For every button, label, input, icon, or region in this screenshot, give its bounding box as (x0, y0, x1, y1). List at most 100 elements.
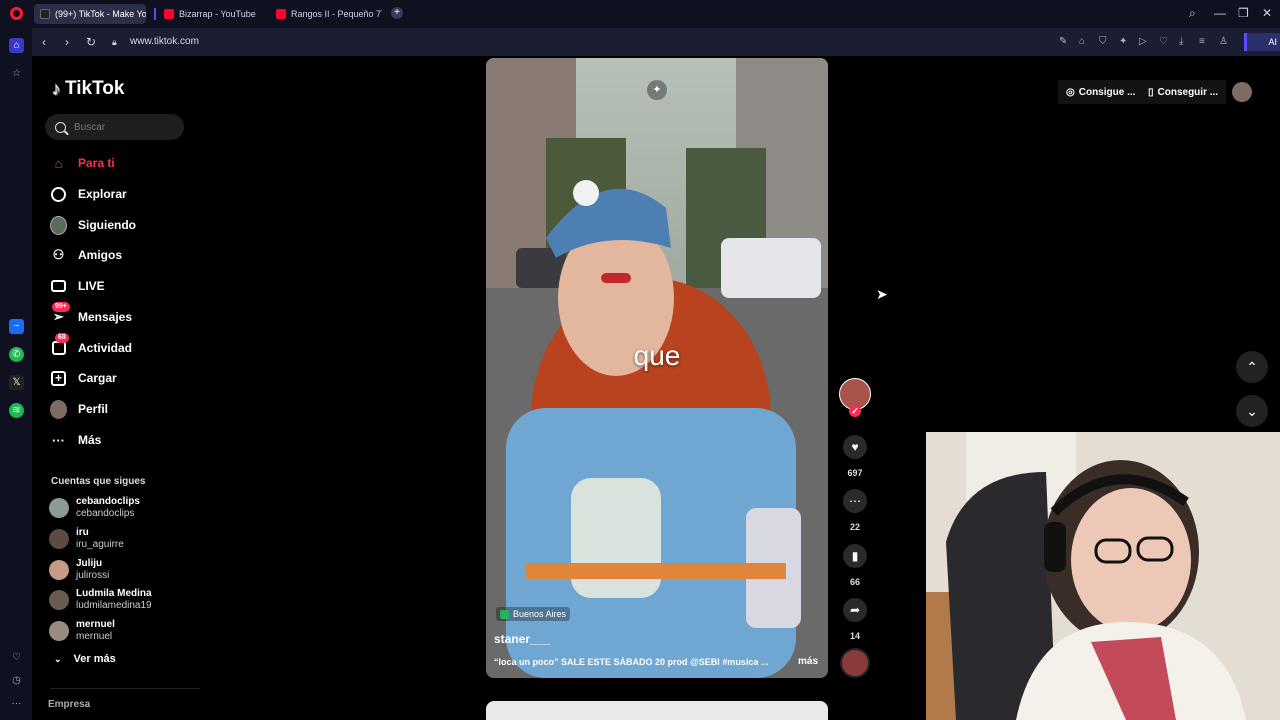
comment-bubble-icon: ⋯ (849, 494, 861, 508)
menu-label: Más (78, 433, 102, 447)
pinboard-icon[interactable]: ☆ (9, 66, 24, 81)
share-button[interactable]: ➦ (843, 598, 867, 622)
following-account[interactable]: Ludmila Medina ludmilamedina19 (49, 588, 152, 612)
more-options-icon[interactable]: ··· (9, 696, 24, 711)
menu-item-siguiendo[interactable]: Siguiendo (50, 214, 136, 236)
get-coins-button[interactable]: ◎ Consigue ... (1058, 80, 1144, 104)
following-avatar-icon (50, 215, 67, 235)
tab-tiktok[interactable]: (99+) TikTok - Make Your Day (34, 4, 146, 24)
activity-badge: 68 (55, 332, 69, 343)
profile-avatar[interactable] (1232, 82, 1252, 102)
following-account[interactable]: mernuel mernuel (49, 619, 115, 643)
menu-item-live[interactable]: LIVE (50, 275, 105, 297)
tiktok-sidebar: ♪ TikTok ⌂ Para ti Explorar Siguiendo ⚇ … (32, 56, 202, 720)
menu-item-mas[interactable]: ··· Más (50, 429, 101, 451)
menu-item-actividad[interactable]: 68 Actividad (50, 332, 132, 359)
following-account[interactable]: Juliju julirossi (49, 558, 109, 582)
video-description: “loca un poco” SALE ESTE SÁBADO 20 prod … (494, 657, 769, 667)
see-more-button[interactable]: ⌄ Ver más (54, 653, 116, 665)
reload-icon[interactable]: ↻ (86, 35, 96, 49)
like-count: 697 (847, 468, 863, 478)
following-account[interactable]: iru iru_aguirre (49, 527, 124, 551)
account-name: mernuel (76, 619, 115, 630)
opera-logo-icon[interactable] (10, 7, 23, 20)
heart-icon[interactable]: ♡ (1159, 36, 1168, 47)
edit-icon[interactable]: ✎ (1059, 36, 1067, 47)
url-field[interactable]: www.tiktok.com (130, 36, 199, 47)
back-icon[interactable]: ‹ (42, 35, 46, 49)
close-window-icon[interactable]: ✕ (1262, 6, 1272, 20)
follow-plus-icon[interactable]: ✓ (849, 405, 861, 417)
tab-youtube-bizarrap[interactable]: Bizarrap - YouTube (154, 4, 266, 24)
company-link[interactable]: Empresa (48, 699, 90, 710)
maximize-icon[interactable]: ❐ (1238, 6, 1249, 20)
tab-youtube-rangos[interactable]: Rangos II - Pequeño 77 ft. C (270, 4, 382, 24)
video-player[interactable]: ✦ que Buenos Aires staner___ “loca un po… (486, 58, 828, 678)
home-sidebar-icon[interactable]: ⌂ (9, 38, 24, 53)
shield-icon[interactable]: ⛉ (1099, 36, 1107, 47)
spotify-icon[interactable]: ≋ (9, 403, 24, 418)
extension-icon[interactable]: ✦ (1119, 36, 1127, 47)
opera-sidebar: ⌂ ☆ ~ ✆ 𝕏 ≋ ♡ ◷ ··· (0, 28, 32, 720)
menu-lines-icon[interactable]: ≡ (1199, 36, 1205, 47)
search-box[interactable] (45, 114, 184, 140)
following-account[interactable]: cebandoclips cebandoclips (49, 496, 140, 520)
new-tab-button[interactable]: + (391, 7, 403, 19)
menu-item-cargar[interactable]: + Cargar (50, 367, 117, 389)
logo-text: TikTok (65, 78, 125, 99)
heart-icon: ♥ (851, 440, 859, 454)
menu-item-explorar[interactable]: Explorar (50, 183, 127, 205)
avatar (49, 498, 69, 518)
account-icon[interactable]: ♙ (1219, 36, 1228, 47)
get-coins-label: Consigue ... (1078, 86, 1136, 98)
avatar (49, 560, 69, 580)
forward-icon[interactable]: › (65, 35, 69, 49)
like-button[interactable]: ♥ (843, 435, 867, 459)
download-icon[interactable]: ⤓ (1179, 36, 1183, 47)
music-disc-avatar[interactable] (840, 648, 870, 678)
phone-icon: ▯ (1148, 86, 1154, 98)
see-more-label: Ver más (73, 653, 116, 665)
save-button[interactable]: ▮ (843, 544, 867, 568)
effect-sparkle-icon[interactable]: ✦ (647, 80, 667, 100)
history-clock-icon[interactable]: ◷ (9, 673, 24, 688)
search-input[interactable] (74, 121, 174, 133)
account-handle: ludmilamedina19 (76, 600, 152, 611)
aria-ai-button[interactable]: AI (1244, 33, 1280, 51)
menu-item-amigos[interactable]: ⚇ Amigos (50, 244, 122, 266)
profile-avatar-icon (50, 399, 67, 419)
next-video-button[interactable]: ⌄ (1236, 395, 1268, 427)
next-video-preview[interactable] (486, 701, 828, 720)
menu-item-mensajes[interactable]: ➢ 99+ Mensajes (50, 301, 132, 328)
previous-video-button[interactable]: ⌃ (1236, 351, 1268, 383)
messenger-icon[interactable]: ~ (9, 319, 24, 334)
following-section-title: Cuentas que sigues (51, 476, 146, 487)
youtube-favicon-icon (164, 9, 174, 19)
get-app-button[interactable]: ▯ Conseguir ... (1140, 80, 1227, 104)
avatar (49, 590, 69, 610)
home-icon: ⌂ (54, 155, 63, 171)
whatsapp-icon[interactable]: ✆ (9, 347, 24, 362)
menu-item-para-ti[interactable]: ⌂ Para ti (50, 152, 115, 174)
favorites-heart-icon[interactable]: ♡ (9, 650, 24, 665)
menu-item-perfil[interactable]: Perfil (50, 398, 108, 420)
menu-label: Para ti (78, 156, 115, 170)
location-tag[interactable]: Buenos Aires (496, 607, 571, 621)
tab-search-icon[interactable]: ⌕ (1189, 6, 1196, 21)
friends-icon: ⚇ (52, 247, 65, 262)
play-icon[interactable]: ▷ (1139, 36, 1147, 47)
comment-button[interactable]: ⋯ (843, 489, 867, 513)
account-handle: mernuel (76, 631, 113, 642)
minimize-icon[interactable]: — (1214, 6, 1226, 20)
tiktok-logo[interactable]: ♪ TikTok (52, 78, 124, 100)
search-icon (55, 121, 66, 133)
description-more-button[interactable]: más (798, 656, 818, 667)
camera-icon[interactable]: ⌂ (1079, 36, 1085, 47)
video-author[interactable]: staner___ (494, 632, 550, 646)
menu-label: Amigos (78, 248, 123, 262)
compass-icon (50, 186, 67, 203)
youtube-favicon-icon (276, 9, 286, 19)
x-twitter-icon[interactable]: 𝕏 (9, 375, 24, 390)
chevron-down-icon: ⌄ (1246, 402, 1258, 419)
chevron-up-icon: ⌃ (1246, 358, 1258, 375)
